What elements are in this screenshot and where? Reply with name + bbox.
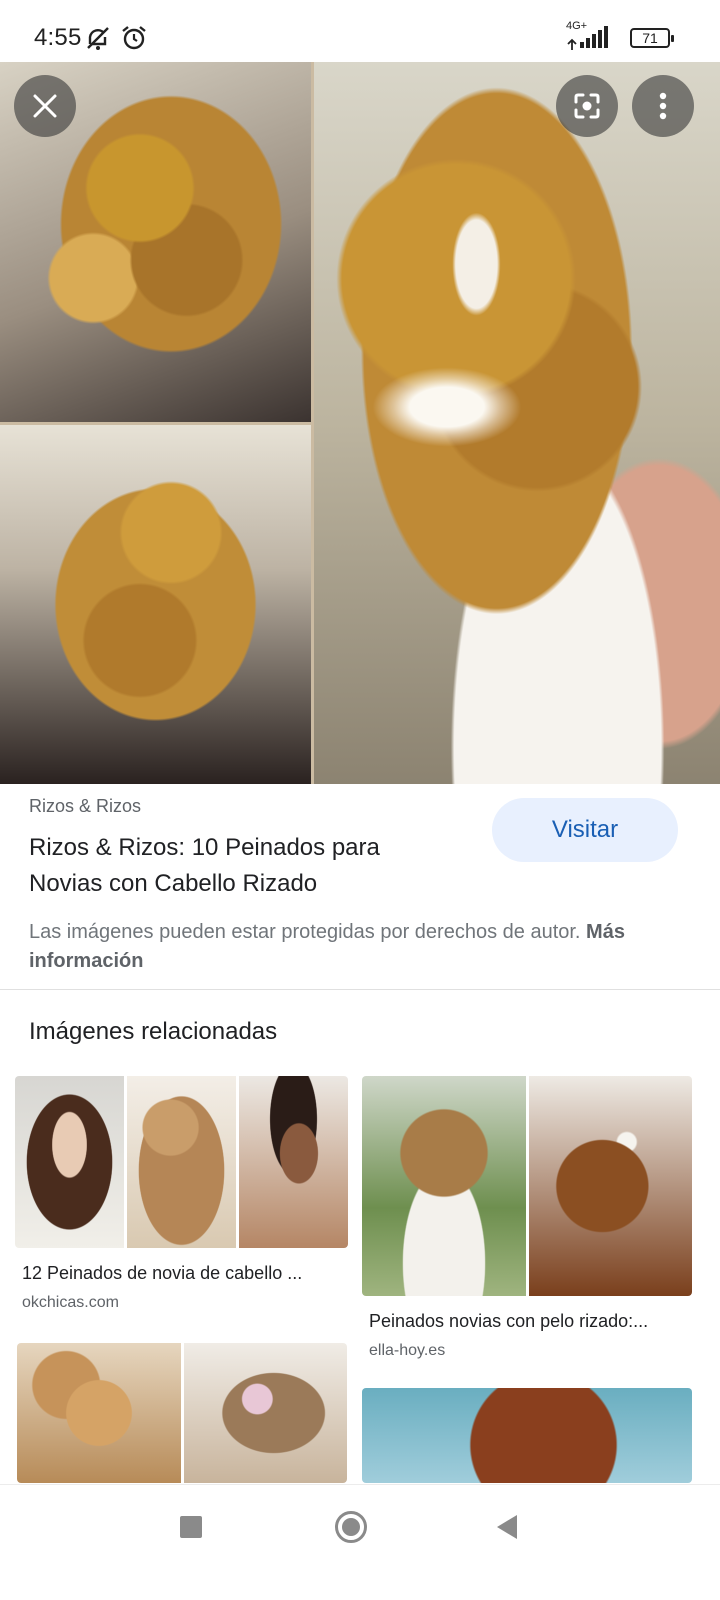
divider [0, 989, 720, 990]
more-options-button[interactable] [632, 75, 694, 137]
related-domain: okchicas.com [22, 1294, 119, 1311]
battery-icon: 71 [630, 28, 674, 48]
recent-apps-icon[interactable] [180, 1516, 202, 1538]
home-icon[interactable] [335, 1511, 367, 1543]
mute-icon [87, 27, 109, 50]
related-title[interactable]: Peinados novias con pelo rizado:... [362, 1311, 692, 1332]
related-thumbnail[interactable] [362, 1076, 692, 1296]
hair-accessory [372, 367, 522, 447]
status-bar: 4:55 4G+ 71 [0, 0, 720, 62]
related-card[interactable]: 12 Peinados de novia de cabello ... okch… [15, 1076, 348, 1312]
result-title[interactable]: Rizos & Rizos: 10 Peinados para Novias c… [29, 830, 449, 902]
signal-icon: 4G+ [566, 20, 612, 52]
hero-image[interactable] [0, 62, 720, 784]
close-icon [33, 94, 57, 118]
lens-button[interactable] [556, 75, 618, 137]
hero-image-right [314, 62, 720, 784]
copyright-text: Las imágenes pueden estar protegidas por… [29, 921, 581, 943]
close-button[interactable] [14, 75, 76, 137]
system-nav-bar [0, 1484, 720, 1600]
related-heading: Imágenes relacionadas [29, 1018, 278, 1045]
related-thumbnail[interactable] [362, 1388, 692, 1483]
related-card[interactable]: Peinados novias con pelo rizado:... ella… [362, 1076, 692, 1360]
related-card[interactable] [17, 1343, 347, 1483]
related-title[interactable]: 12 Peinados de novia de cabello ... [15, 1263, 348, 1284]
related-card[interactable] [362, 1388, 692, 1483]
related-thumbnail[interactable] [17, 1343, 347, 1483]
back-icon[interactable] [497, 1515, 517, 1539]
alarm-icon [122, 26, 146, 50]
related-thumbnail[interactable] [15, 1076, 348, 1248]
result-info: Rizos & Rizos Rizos & Rizos: 10 Peinados… [0, 784, 720, 990]
status-time: 4:55 [34, 24, 82, 51]
hero-image-bottom-left [0, 425, 311, 784]
more-vert-icon [659, 92, 667, 120]
visit-button[interactable]: Visitar [492, 798, 678, 862]
source-name[interactable]: Rizos & Rizos [29, 796, 141, 817]
copyright-notice: Las imágenes pueden estar protegidas por… [29, 918, 669, 976]
lens-icon [574, 93, 600, 119]
related-domain: ella-hoy.es [369, 1342, 446, 1359]
